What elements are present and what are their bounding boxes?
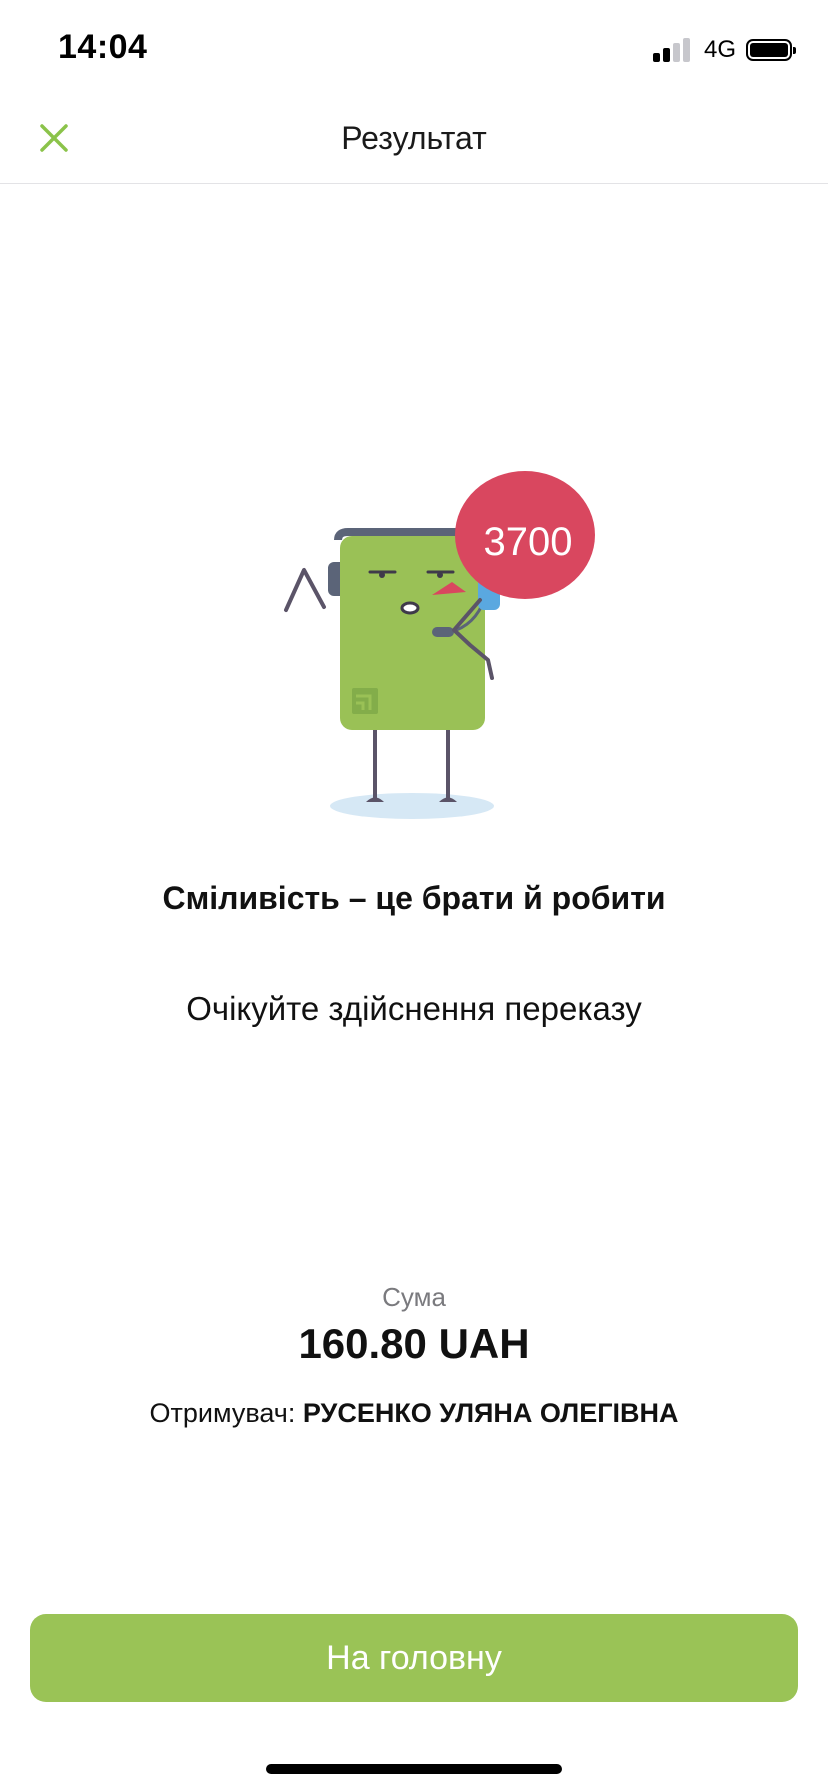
result-headline: Сміливість – це брати й робити	[162, 880, 666, 916]
result-subline: Очікуйте здійснення переказу	[186, 990, 642, 1027]
mascot-illustration: 3700	[270, 450, 610, 830]
home-button[interactable]: На головну	[30, 1614, 798, 1702]
home-button-label: На головну	[326, 1638, 502, 1677]
nav-bar: Результат	[0, 96, 828, 184]
recipient-name: РУСЕНКО УЛЯНА ОЛЕГІВНА	[302, 1398, 679, 1428]
cellular-signal-icon	[652, 38, 690, 62]
status-indicators: 4G	[652, 36, 796, 64]
status-time: 14:04	[58, 28, 148, 66]
battery-icon	[746, 39, 796, 61]
bubble-count: 3700	[483, 520, 573, 564]
recipient-label: Отримувач:	[149, 1398, 296, 1428]
recipient-row: Отримувач: РУСЕНКО УЛЯНА ОЛЕГІВНА	[0, 1398, 828, 1429]
page-title: Результат	[341, 120, 487, 156]
mascot-card-icon	[284, 471, 595, 819]
home-indicator	[266, 1764, 562, 1774]
amount-value: 160.80 UAH	[298, 1320, 530, 1367]
network-type: 4G	[703, 36, 736, 63]
status-bar: 14:04 4G	[0, 0, 828, 96]
amount-label: Сума	[382, 1282, 446, 1312]
